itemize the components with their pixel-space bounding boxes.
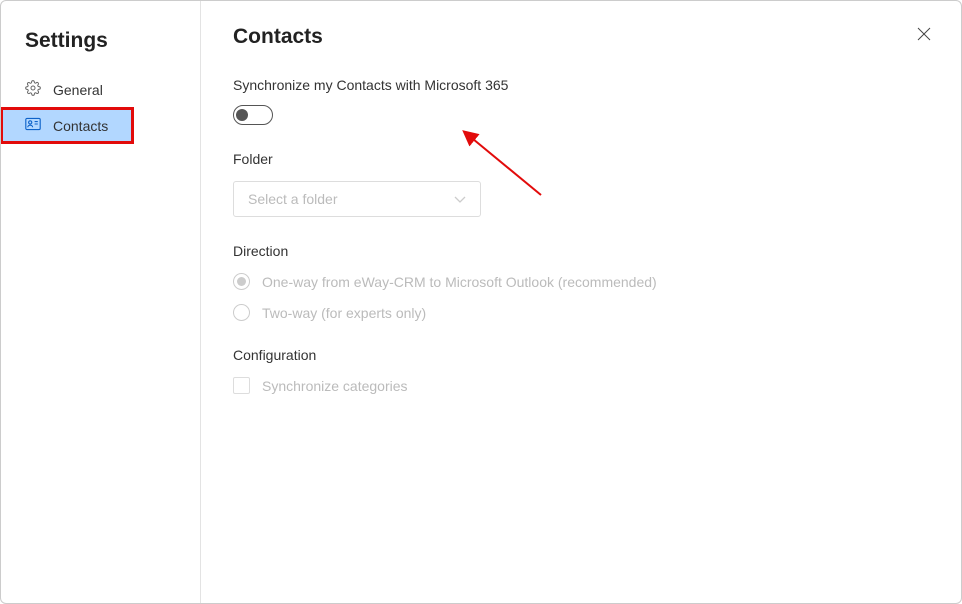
sync-toggle[interactable] (233, 105, 273, 125)
sidebar-item-contacts[interactable]: Contacts (1, 108, 133, 143)
sidebar-title: Settings (1, 21, 200, 71)
folder-placeholder: Select a folder (248, 191, 338, 207)
direction-option-oneway[interactable]: One-way from eWay-CRM to Microsoft Outlo… (233, 273, 929, 290)
radio-label: One-way from eWay-CRM to Microsoft Outlo… (262, 274, 657, 290)
direction-option-twoway[interactable]: Two-way (for experts only) (233, 304, 929, 321)
sidebar-item-label: General (53, 82, 103, 98)
page-title: Contacts (233, 25, 929, 49)
radio-icon (233, 304, 250, 321)
settings-window: Settings General Contacts (0, 0, 962, 604)
sidebar: Settings General Contacts (1, 1, 201, 603)
contact-card-icon (25, 117, 41, 134)
sidebar-item-general[interactable]: General (1, 71, 200, 108)
configuration-heading: Configuration (233, 347, 929, 363)
radio-icon (233, 273, 250, 290)
folder-heading: Folder (233, 151, 929, 167)
close-button[interactable] (917, 27, 931, 46)
sidebar-item-label: Contacts (53, 118, 108, 134)
gear-icon (25, 80, 41, 99)
chevron-down-icon (454, 191, 466, 207)
radio-label: Two-way (for experts only) (262, 305, 426, 321)
checkbox-icon (233, 377, 250, 394)
folder-select[interactable]: Select a folder (233, 181, 481, 217)
checkbox-label: Synchronize categories (262, 378, 408, 394)
sync-label: Synchronize my Contacts with Microsoft 3… (233, 77, 929, 93)
toggle-knob (236, 109, 248, 121)
config-option-sync-categories[interactable]: Synchronize categories (233, 377, 929, 394)
main-panel: Contacts Synchronize my Contacts with Mi… (201, 1, 961, 603)
direction-heading: Direction (233, 243, 929, 259)
